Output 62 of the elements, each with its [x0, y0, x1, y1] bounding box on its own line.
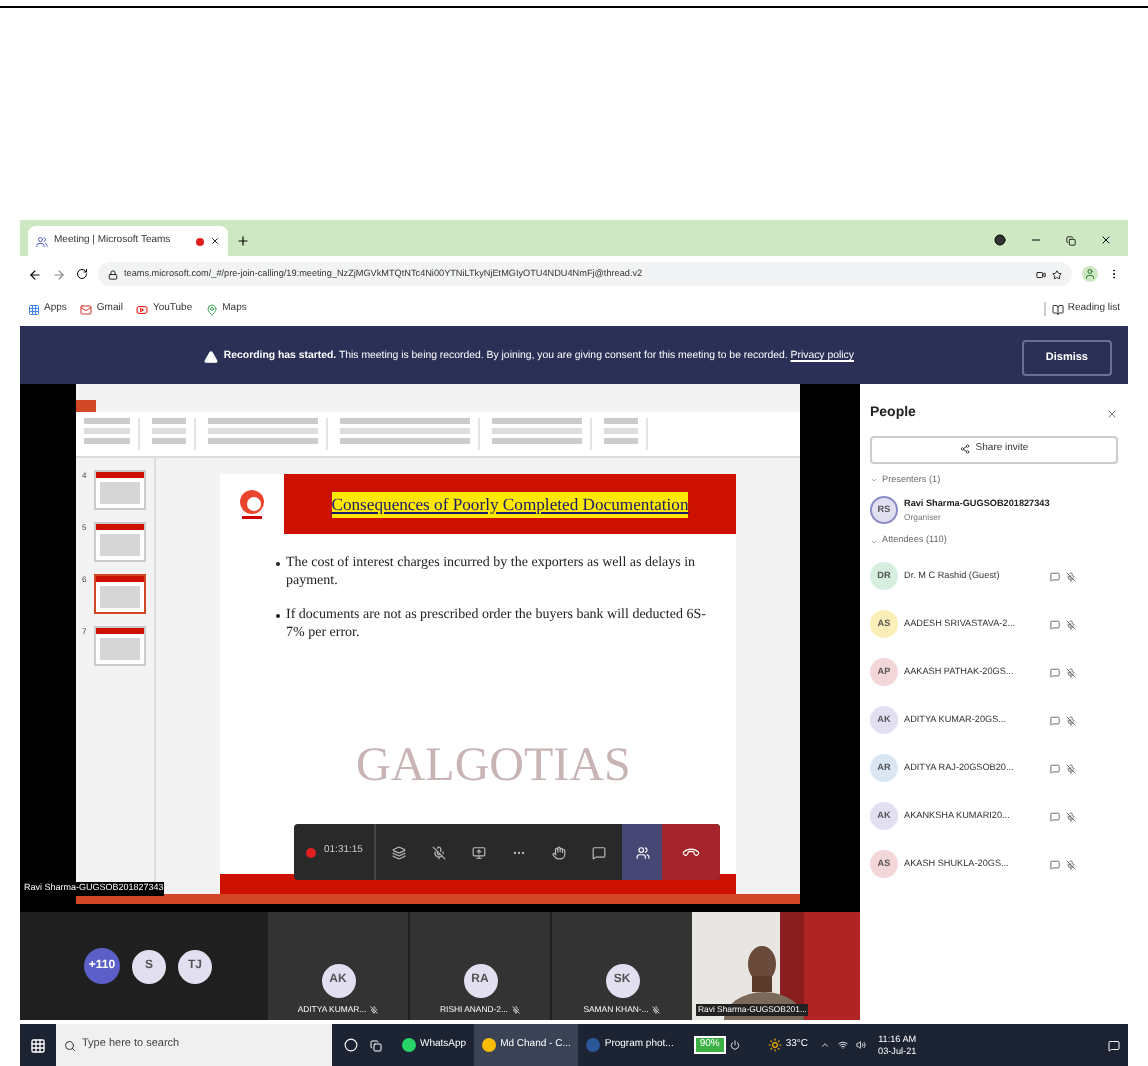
- phone-icon: [681, 842, 702, 862]
- share-screen-icon[interactable]: [472, 845, 487, 859]
- chat-icon[interactable]: [1050, 859, 1060, 870]
- mic-off-icon: [1066, 859, 1076, 870]
- notification-icon[interactable]: [1108, 1039, 1120, 1051]
- lock-icon: [108, 269, 118, 279]
- circle-icon[interactable]: [344, 1038, 358, 1052]
- bookmark-star-icon[interactable]: [1052, 269, 1062, 279]
- slide-thumbnail[interactable]: [94, 470, 146, 511]
- slide-thumbnail[interactable]: [94, 574, 146, 615]
- people-button[interactable]: [622, 824, 663, 880]
- mic-off-icon: [652, 1005, 661, 1014]
- slide-thumbnail[interactable]: [94, 522, 146, 563]
- chat-icon[interactable]: [1050, 715, 1060, 726]
- camera-icon[interactable]: [1036, 269, 1046, 279]
- restore-icon[interactable]: [1066, 235, 1076, 245]
- hand-icon[interactable]: [552, 845, 567, 859]
- chat-icon[interactable]: [1050, 667, 1060, 678]
- mic-off-icon: [1066, 619, 1076, 630]
- mic-off-icon[interactable]: [432, 845, 447, 859]
- watermark-text: GALGOTIAS: [356, 738, 631, 797]
- chat-icon[interactable]: [1050, 763, 1060, 774]
- people-icon: [635, 845, 650, 859]
- volume-icon[interactable]: [856, 1040, 867, 1050]
- people-icon: [36, 235, 48, 247]
- chat-icon[interactable]: [1050, 811, 1060, 822]
- chat-icon[interactable]: [1050, 571, 1060, 582]
- profile-icon[interactable]: [1082, 266, 1098, 282]
- mic-off-icon: [511, 1005, 520, 1014]
- warning-icon: [203, 350, 218, 365]
- mic-off-icon: [370, 1005, 379, 1014]
- close-icon[interactable]: [1106, 408, 1118, 421]
- mail-icon: [80, 303, 93, 315]
- chat-icon[interactable]: [1050, 619, 1060, 630]
- play-icon: [136, 303, 149, 315]
- new-tab-icon[interactable]: [236, 234, 250, 248]
- app-icon: [482, 1038, 497, 1052]
- share-icon: [959, 444, 970, 454]
- slide-thumbnail[interactable]: [94, 626, 146, 667]
- grid-icon: [28, 303, 40, 315]
- mic-off-icon: [1066, 571, 1076, 582]
- minimize-icon[interactable]: [1030, 234, 1042, 246]
- slide-title: Consequences of Poorly Completed Documentation: [331, 491, 689, 518]
- task-view-icon[interactable]: [370, 1039, 382, 1051]
- book-icon: [1051, 303, 1064, 315]
- reload-icon[interactable]: [76, 268, 88, 280]
- mic-off-icon: [1066, 811, 1076, 822]
- mic-off-icon: [1066, 715, 1076, 726]
- mic-off-icon: [1066, 667, 1076, 678]
- chat-icon[interactable]: [592, 845, 607, 859]
- search-icon: [64, 1039, 76, 1051]
- back-icon[interactable]: [28, 267, 42, 281]
- chevron-up-icon[interactable]: [820, 1040, 831, 1050]
- wifi-icon[interactable]: [838, 1040, 849, 1050]
- app-icon: [402, 1038, 416, 1052]
- map-pin-icon: [206, 303, 219, 315]
- forward-icon[interactable]: [52, 267, 66, 281]
- mic-off-icon: [1066, 763, 1076, 774]
- record-icon[interactable]: [994, 234, 1006, 246]
- close-window-icon[interactable]: [1100, 234, 1112, 246]
- app-icon: [586, 1038, 601, 1052]
- sun-icon: [767, 1038, 782, 1052]
